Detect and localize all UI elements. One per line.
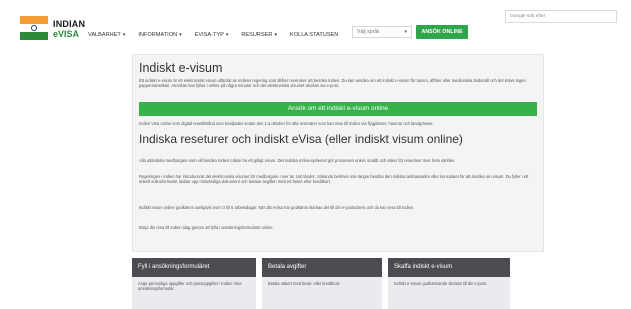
nav-item-resurser[interactable]: RESURSER ▾ <box>241 32 277 38</box>
logo-line1: INDIAN <box>53 19 86 29</box>
paragraph-3: Indiskt visum online godkänns vanligtvis… <box>139 205 415 210</box>
step-card-get-evisa[interactable]: Skaffa indiskt e-visum Indiskt e-visum g… <box>388 258 510 309</box>
card-text: Ange personliga uppgifter och passuppgif… <box>138 281 242 292</box>
chevron-down-icon: ▾ <box>404 29 407 35</box>
chevron-down-icon: ▾ <box>179 32 182 38</box>
chevron-down-icon: ▾ <box>225 32 229 38</box>
main-nav: VALBARHET ▾ INFORMATION ▾ eVISA-TYP ▾ RESUR… <box>88 28 351 42</box>
page-title: Indiskt e-visum <box>139 61 223 75</box>
paragraph-1: Alla utländska medborgare som vill besök… <box>139 158 456 163</box>
nav-item-evisa-typ[interactable]: eVISA-TYP ▾ <box>195 32 229 38</box>
chevron-down-icon: ▾ <box>122 32 126 38</box>
paragraph-4: Börja din resa till Indien idag genom at… <box>139 225 274 230</box>
site-header: INDIAN eVISA VALBARHET ▾ INFORMATION ▾ eVI… <box>0 0 631 46</box>
main-content-panel: Indiskt e-visum Ett indiskt e-visum är e… <box>132 54 544 252</box>
chakra-icon <box>31 25 37 31</box>
card-title: Betala avgifter <box>262 258 382 277</box>
section-title: Indiska reseturer och indiskt eVisa (ell… <box>139 132 463 146</box>
apply-online-button[interactable]: ANSÖK ONLINE <box>416 25 468 39</box>
india-flag-icon <box>20 16 48 40</box>
card-text: Indiskt e-visum godkännande skickas till… <box>394 281 488 286</box>
step-card-fill-form[interactable]: Fyll i ansökningsformuläret Ange personl… <box>132 258 256 309</box>
nav-item-valbarhet[interactable]: VALBARHET ▾ <box>88 32 125 38</box>
card-text: Betala säkert med betal- eller kreditkor… <box>268 281 341 286</box>
step-card-pay-fees[interactable]: Betala avgifter Betala säkert med betal-… <box>262 258 382 309</box>
card-title: Fyll i ansökningsformuläret <box>132 258 256 277</box>
logo-line2: eVISA <box>53 29 80 39</box>
note-paragraph: Indien Visa online som digital resetills… <box>139 121 434 126</box>
intro-paragraph: Ett indiskt e-visum är ett elektroniskt … <box>139 78 526 89</box>
apply-evisa-button[interactable]: Ansök om ett indiskt e-visum online <box>139 102 537 116</box>
search-input[interactable]: Google sök efter <box>505 10 617 23</box>
card-title: Skaffa indiskt e-visum <box>388 258 510 277</box>
chevron-down-icon: ▾ <box>274 32 277 38</box>
language-select-value: Välj språk <box>357 29 380 35</box>
language-select[interactable]: Välj språk ▾ <box>352 26 412 38</box>
site-logo[interactable]: INDIAN eVISA <box>20 16 88 42</box>
nav-item-kolla-statusen[interactable]: KOLLA STATUSEN <box>290 32 338 38</box>
paragraph-2: Regeringen i Indien har introducerat det… <box>139 174 529 185</box>
nav-item-information[interactable]: INFORMATION ▾ <box>138 32 181 38</box>
